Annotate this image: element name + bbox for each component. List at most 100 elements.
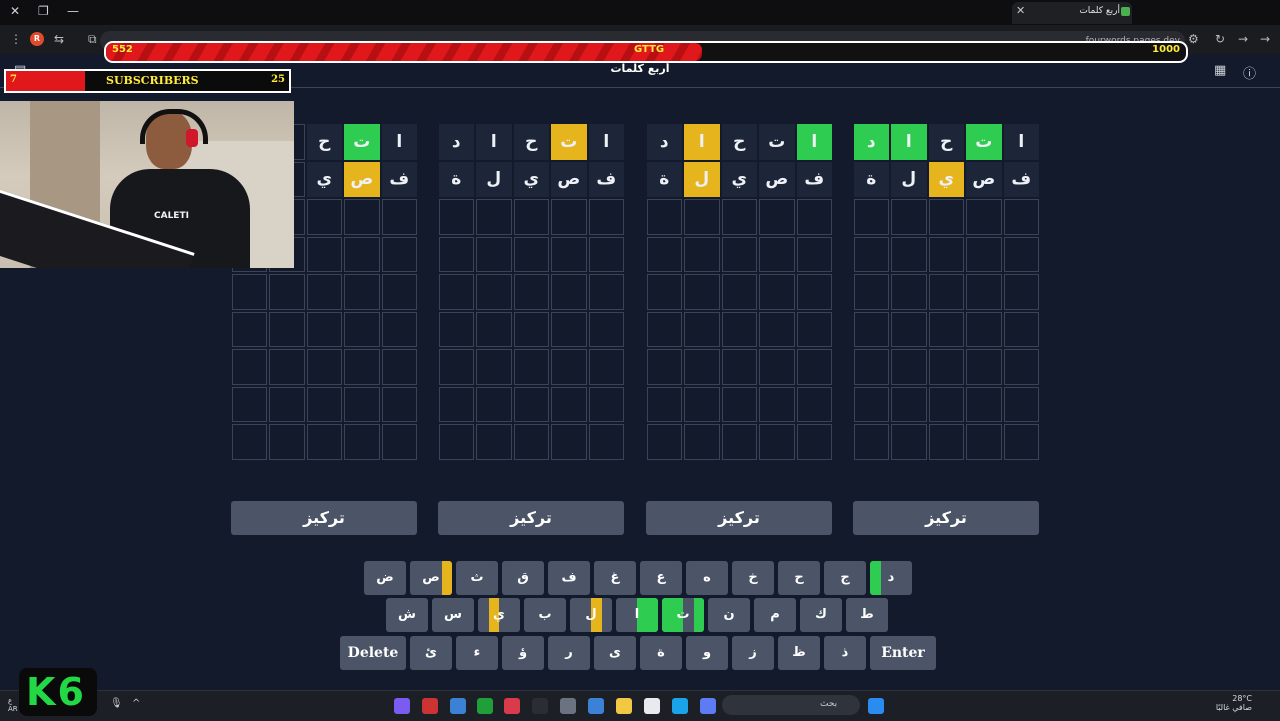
letter-tile <box>928 274 964 310</box>
focus-button-board-3[interactable]: تركيز <box>438 501 624 535</box>
keyboard-key[interactable]: ؤ <box>502 636 544 670</box>
tray-chevron-icon[interactable]: ^ <box>132 698 148 714</box>
letter-tile <box>513 236 549 272</box>
board-row <box>646 311 832 347</box>
keyboard-key[interactable]: م <box>754 598 796 632</box>
keyboard-key[interactable]: ب <box>524 598 566 632</box>
keyboard-key[interactable]: ق <box>502 561 544 595</box>
shirt-text: CALETI <box>154 211 189 221</box>
keyboard-key[interactable]: ر <box>548 636 590 670</box>
weather-widget[interactable]: 28°C صافي غالبًا <box>1212 694 1252 712</box>
keyboard-key[interactable]: ظ <box>778 636 820 670</box>
keyboard-key[interactable]: ث <box>456 561 498 595</box>
obs-icon[interactable] <box>504 698 520 714</box>
calendar-icon[interactable]: ▦ <box>1214 63 1226 78</box>
letter-tile <box>966 424 1002 460</box>
keyboard-key[interactable]: ة <box>640 636 682 670</box>
settings-icon[interactable] <box>560 698 576 714</box>
keyboard-key[interactable]: ء <box>456 636 498 670</box>
screenshot-icon[interactable]: ⧉ <box>88 32 97 47</box>
focus-button-board-1[interactable]: تركيز <box>853 501 1039 535</box>
keyboard-key[interactable]: ت <box>662 598 704 632</box>
keyboard-key[interactable]: ز <box>732 636 774 670</box>
app-icon[interactable] <box>644 698 660 714</box>
letter-tile: ح <box>928 124 964 160</box>
menu-dots-icon[interactable]: ⋮ <box>10 32 22 46</box>
enter-key[interactable]: Enter <box>870 636 936 670</box>
tab-close-icon[interactable]: ✕ <box>1016 4 1025 17</box>
letter-tile <box>344 424 380 460</box>
profile-avatar[interactable]: R <box>30 32 44 46</box>
microphone-icon[interactable]: 🎙 <box>110 698 126 714</box>
letter-tile <box>759 236 795 272</box>
delete-key[interactable]: Delete <box>340 636 406 670</box>
info-icon[interactable]: ⓘ <box>1243 63 1256 82</box>
keyboard-key[interactable]: ك <box>800 598 842 632</box>
letter-tile: ة <box>853 161 889 197</box>
site-settings-icon[interactable]: ⚙ <box>1188 32 1199 46</box>
keyboard-key[interactable]: ئ <box>410 636 452 670</box>
key-label: ب <box>538 607 552 622</box>
mail-icon[interactable] <box>588 698 604 714</box>
key-label: ق <box>517 570 529 585</box>
taskbar-search[interactable] <box>722 695 860 715</box>
keyboard-key[interactable]: ع <box>640 561 682 595</box>
letter-tile <box>306 199 342 235</box>
terminal-icon[interactable] <box>532 698 548 714</box>
close-window-icon[interactable]: ✕ <box>10 4 20 18</box>
keyboard-key[interactable]: ص <box>410 561 452 595</box>
letter-tile <box>344 311 380 347</box>
letter-tile <box>721 349 757 385</box>
extensions-icon[interactable]: ⇆ <box>54 32 64 46</box>
keyboard-key[interactable]: ي <box>478 598 520 632</box>
xbox-icon[interactable] <box>477 698 493 714</box>
discord-icon[interactable] <box>394 698 410 714</box>
letter-tile: ي <box>928 161 964 197</box>
keyboard-key[interactable]: ذ <box>824 636 866 670</box>
keyboard-key[interactable]: ش <box>386 598 428 632</box>
recorder-icon[interactable] <box>422 698 438 714</box>
letter-tile: ل <box>891 161 927 197</box>
keyboard-key[interactable]: ط <box>846 598 888 632</box>
chrome-icon[interactable] <box>450 698 466 714</box>
reload-icon[interactable]: ↻ <box>1215 32 1225 46</box>
restore-window-icon[interactable]: ❐ <box>38 4 49 18</box>
minimize-window-icon[interactable]: — <box>67 4 79 18</box>
language-indicator[interactable]: ع AR <box>8 697 18 713</box>
board-row <box>646 199 832 235</box>
keyboard-key[interactable]: د <box>870 561 912 595</box>
letter-tile <box>759 199 795 235</box>
letter-tile: ح <box>513 124 549 160</box>
letter-tile <box>513 311 549 347</box>
focus-button-board-2[interactable]: تركيز <box>646 501 832 535</box>
keyboard-key[interactable]: ف <box>548 561 590 595</box>
keyboard-key[interactable]: ن <box>708 598 750 632</box>
copilot-icon[interactable] <box>700 698 716 714</box>
keyboard-key[interactable]: و <box>686 636 728 670</box>
letter-tile: ص <box>551 161 587 197</box>
keyboard-key[interactable]: ه <box>686 561 728 595</box>
keyboard-key[interactable]: ا <box>616 598 658 632</box>
keyboard-key[interactable]: ج <box>824 561 866 595</box>
letter-tile <box>891 311 927 347</box>
letter-tile: ف <box>588 161 624 197</box>
taskbar-search-placeholder[interactable]: بحث <box>820 699 837 709</box>
focus-button-board-4[interactable]: تركيز <box>231 501 417 535</box>
keyboard-key[interactable]: ح <box>778 561 820 595</box>
browser-tab[interactable]: ✕ أربع كلمات <box>1012 2 1132 24</box>
folder-icon[interactable] <box>616 698 632 714</box>
keyboard-key[interactable]: ل <box>570 598 612 632</box>
letter-tile <box>853 199 889 235</box>
keyboard-key[interactable]: خ <box>732 561 774 595</box>
keyboard-key[interactable]: س <box>432 598 474 632</box>
letter-tile: ص <box>966 161 1002 197</box>
back-icon[interactable]: → <box>1260 32 1270 46</box>
keyboard-key[interactable]: ض <box>364 561 406 595</box>
start-icon[interactable] <box>868 698 884 714</box>
letter-tile <box>588 386 624 422</box>
letter-tile <box>928 199 964 235</box>
edge-icon[interactable] <box>672 698 688 714</box>
keyboard-key[interactable]: غ <box>594 561 636 595</box>
keyboard-key[interactable]: ى <box>594 636 636 670</box>
forward-icon[interactable]: → <box>1238 32 1248 46</box>
